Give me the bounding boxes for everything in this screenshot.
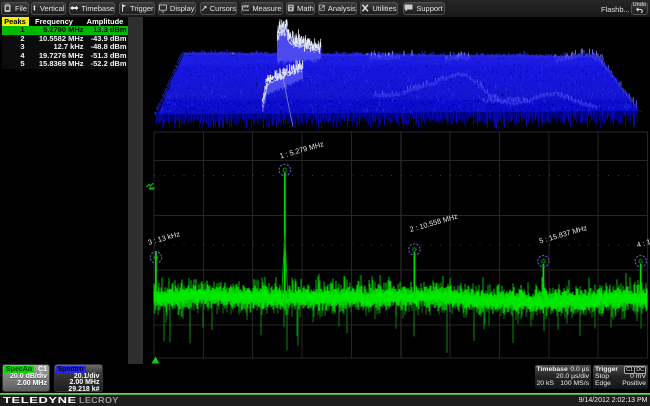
svg-text:3 : 13 kHz: 3 : 13 kHz [147,229,181,247]
svg-text:2 : 10.558 MHz: 2 : 10.558 MHz [409,212,459,234]
svg-text:5 : 15.837 MHz: 5 : 15.837 MHz [538,223,588,245]
